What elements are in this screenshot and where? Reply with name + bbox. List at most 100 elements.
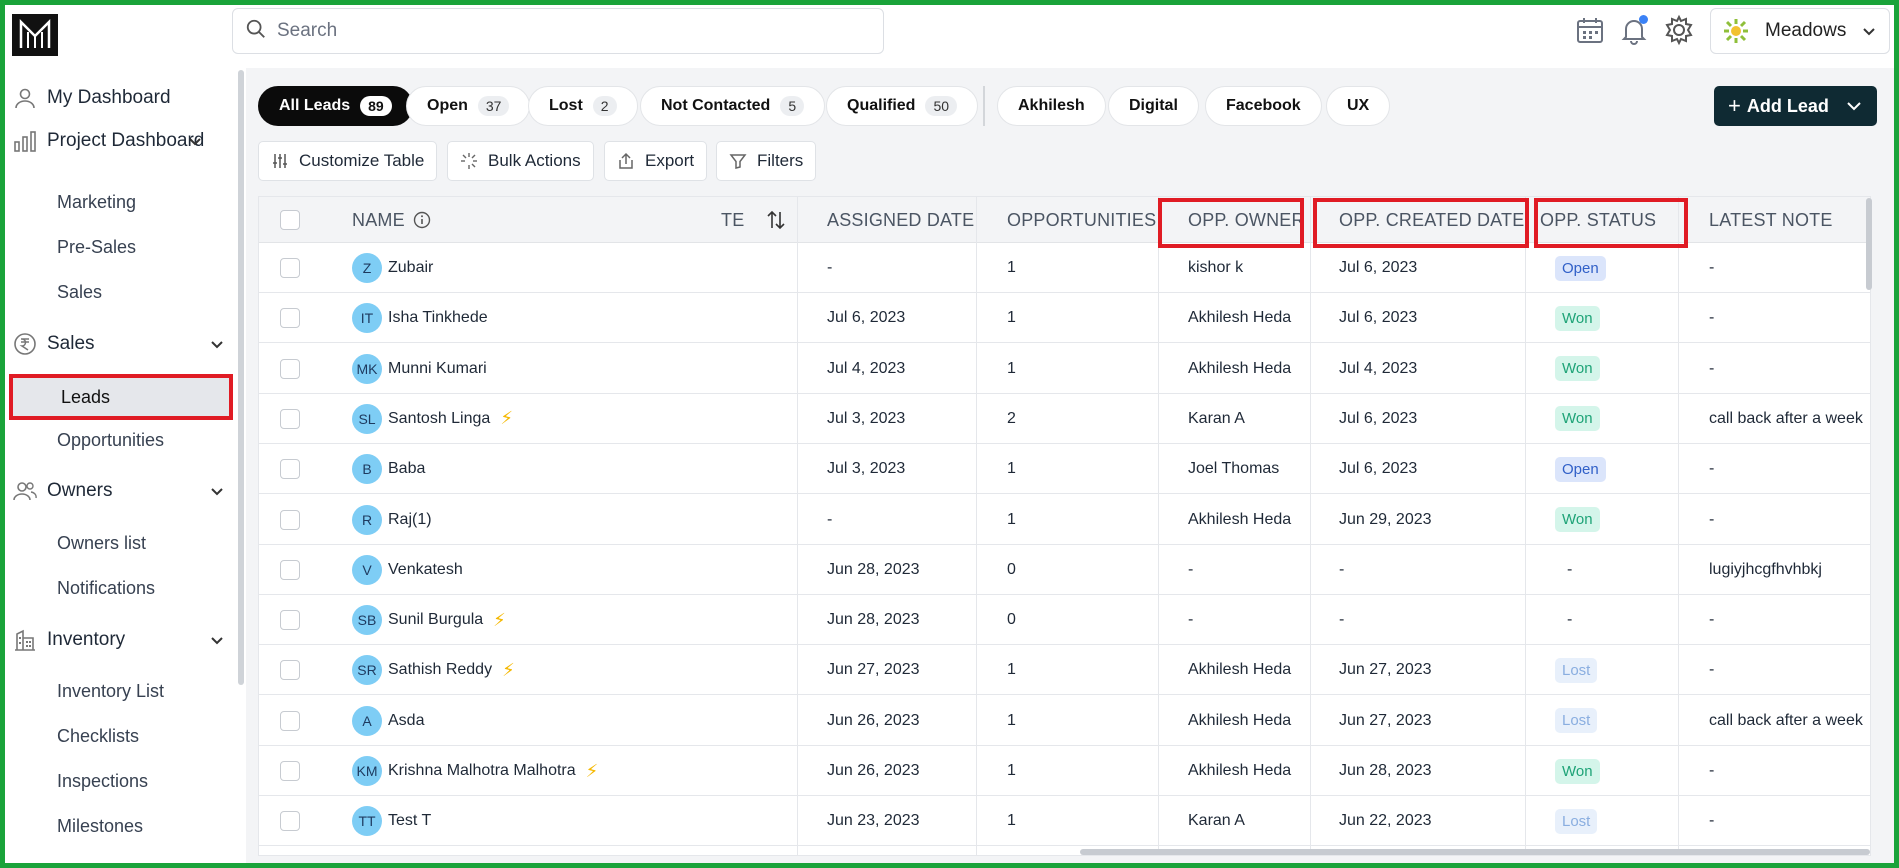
add-lead-button[interactable]: + Add Lead	[1714, 86, 1877, 126]
sliders-icon	[271, 152, 289, 170]
column-header-opp-created-date[interactable]: OPP. CREATED DATE	[1339, 197, 1524, 243]
table-vertical-scrollbar[interactable]	[1866, 198, 1872, 290]
lead-name-cell[interactable]: TT Test T	[352, 796, 431, 846]
table-row[interactable]: MK Munni Kumari Jul 4, 2023 1 Akhilesh Heda J…	[259, 344, 1870, 394]
export-button[interactable]: Export	[604, 141, 708, 181]
customize-table-button[interactable]: Customize Table	[258, 141, 438, 181]
table-horizontal-scrollbar[interactable]	[1080, 849, 1870, 855]
opportunities-cell: 2	[1007, 409, 1016, 427]
filter-pill-open[interactable]: Open 37	[406, 86, 531, 126]
sun-avatar-icon	[1723, 18, 1749, 44]
row-checkbox[interactable]	[280, 408, 300, 429]
lead-name-cell[interactable]: IT Isha Tinkhede	[352, 293, 488, 343]
row-checkbox[interactable]	[280, 761, 300, 781]
sidebar-subitem-milestones[interactable]: Milestones	[57, 808, 143, 844]
sidebar-item-project-dashboard[interactable]: Project Dashboard	[13, 121, 233, 161]
row-checkbox[interactable]	[280, 660, 300, 681]
calendar-icon[interactable]	[1574, 14, 1606, 46]
lead-name-cell[interactable]: A Asda	[352, 696, 424, 746]
info-icon[interactable]	[413, 211, 431, 229]
lead-name-cell[interactable]: SR Sathish Reddy ⚡	[352, 645, 515, 695]
opp-status-cell: Won	[1555, 293, 1600, 343]
sidebar-subitem-notifications[interactable]: Notifications	[57, 570, 155, 606]
sidebar-subitem-inspections[interactable]: Inspections	[57, 763, 148, 799]
logo-icon[interactable]	[12, 14, 58, 56]
filter-count: 50	[925, 96, 958, 116]
column-header-assigned-date[interactable]: ASSIGNED DATE	[827, 197, 974, 243]
bolt-icon: ⚡	[585, 760, 599, 781]
filter-pill-qualified[interactable]: Qualified 50	[826, 86, 979, 126]
assigned-date-cell: Jun 26, 2023	[827, 711, 920, 729]
sidebar-subitem-pre-sales[interactable]: Pre-Sales	[57, 229, 136, 265]
table-row[interactable]: SL Santosh Linga ⚡ Jul 3, 2023 2 Karan A Jul 6…	[259, 394, 1870, 444]
sidebar-subitem-leads[interactable]: Leads	[9, 374, 233, 420]
tag-pill-ux[interactable]: UX	[1326, 86, 1391, 126]
table-row[interactable]: A Asda Jun 26, 2023 1 Akhilesh Heda Jun 27, 2…	[259, 696, 1870, 746]
chevron-down-icon	[187, 133, 203, 149]
filter-pill-all-leads[interactable]: All Leads 89	[258, 86, 413, 126]
column-header-te[interactable]: TE	[721, 197, 744, 243]
sort-icon[interactable]	[765, 197, 787, 243]
column-header-latest-note[interactable]: LATEST NOTE	[1709, 197, 1833, 243]
lead-name-cell[interactable]: KM Krishna Malhotra Malhotra ⚡	[352, 746, 598, 796]
lead-name-cell[interactable]: MK Munni Kumari	[352, 344, 487, 394]
lead-name-cell[interactable]: R Raj(1)	[352, 495, 432, 545]
lead-name-cell[interactable]: SB Sunil Burgula ⚡	[352, 595, 506, 645]
sidebar-item-owners[interactable]: Owners	[13, 471, 233, 511]
row-checkbox[interactable]	[280, 308, 300, 329]
row-checkbox[interactable]	[280, 811, 300, 832]
table-row[interactable]: KM Krishna Malhotra Malhotra ⚡ Jun 26, 2023…	[259, 746, 1870, 796]
row-checkbox[interactable]	[280, 509, 300, 530]
select-all-checkbox[interactable]	[280, 210, 300, 230]
table-row[interactable]: B Baba Jul 3, 2023 1 Joel Thomas Jul 6, 2023 O…	[259, 444, 1870, 495]
bulk-actions-button[interactable]: Bulk Actions	[447, 141, 594, 181]
sidebar-subitem-marketing[interactable]: Marketing	[57, 184, 136, 220]
row-checkbox[interactable]	[280, 258, 300, 278]
table-row[interactable]: R Raj(1) - 1 Akhilesh Heda Jun 29, 2023 Won -	[259, 495, 1870, 545]
filter-pill-not-contacted[interactable]: Not Contacted 5	[640, 86, 826, 126]
opp-status-cell: Won	[1555, 495, 1600, 545]
column-header-name[interactable]: NAME	[352, 197, 431, 243]
lead-name: Isha Tinkhede	[388, 309, 488, 327]
column-header-opportunities[interactable]: OPPORTUNITIES	[1007, 197, 1156, 243]
tag-pill-akhilesh[interactable]: Akhilesh	[997, 86, 1106, 126]
filters-button[interactable]: Filters	[716, 141, 817, 181]
lead-name-cell[interactable]: SL Santosh Linga ⚡	[352, 394, 513, 444]
bell-icon[interactable]	[1618, 14, 1650, 46]
sidebar-subitem-sales[interactable]: Sales	[57, 274, 102, 310]
sidebar-scrollbar[interactable]	[238, 70, 244, 685]
table-row[interactable]: V Venkatesh Jun 28, 2023 0 - - - lugiyjhcgfhvhb…	[259, 545, 1870, 595]
table-row[interactable]: TT Test T Jun 23, 2023 1 Karan A Jun 22, 2023…	[259, 796, 1870, 847]
row-checkbox[interactable]	[280, 459, 300, 480]
sidebar-subitem-owners-list[interactable]: Owners list	[57, 525, 146, 561]
sidebar-item-inventory[interactable]: Inventory	[13, 620, 233, 660]
lead-name-cell[interactable]: Z Zubair	[352, 243, 433, 293]
filter-pill-lost[interactable]: Lost 2	[528, 86, 638, 126]
tag-pill-digital[interactable]: Digital	[1108, 86, 1199, 126]
table-row[interactable]: SB Sunil Burgula ⚡ Jun 28, 2023 0 - - - -	[259, 595, 1870, 646]
table-row[interactable]: SR Sathish Reddy ⚡ Jun 27, 2023 1 Akhilesh He…	[259, 645, 1870, 696]
tag-pill-facebook[interactable]: Facebook	[1205, 86, 1322, 126]
sidebar-subitem-opportunities[interactable]: Opportunities	[57, 422, 164, 458]
lead-name: Santosh Linga	[388, 409, 491, 427]
search-input[interactable]	[277, 20, 837, 42]
sidebar-item-my-dashboard[interactable]: My Dashboard	[13, 78, 233, 118]
opp-created-date-cell: -	[1339, 560, 1345, 578]
lead-name-cell[interactable]: B Baba	[352, 444, 425, 494]
sidebar-subitem-checklists[interactable]: Checklists	[57, 718, 139, 754]
opp-owner-cell: Akhilesh Heda	[1188, 359, 1292, 377]
column-header-opp-status[interactable]: OPP. STATUS	[1540, 197, 1656, 243]
gear-icon[interactable]	[1663, 14, 1695, 46]
row-checkbox[interactable]	[280, 559, 300, 580]
sidebar-subitem-inventory-list[interactable]: Inventory List	[57, 673, 164, 709]
sidebar-item-sales[interactable]: Sales	[13, 324, 233, 364]
user-menu-button[interactable]: Meadows	[1710, 8, 1890, 54]
row-checkbox[interactable]	[280, 710, 300, 731]
column-header-opp-owner[interactable]: OPP. OWNER	[1188, 197, 1305, 243]
table-row[interactable]: Z Zubair - 1 kishor k Jul 6, 2023 Open -	[259, 243, 1870, 293]
row-checkbox[interactable]	[280, 358, 300, 379]
table-row[interactable]: IT Isha Tinkhede Jul 6, 2023 1 Akhilesh Heda…	[259, 293, 1870, 344]
lead-name-cell[interactable]: V Venkatesh	[352, 545, 463, 595]
row-checkbox[interactable]	[280, 610, 300, 631]
search-bar[interactable]	[232, 8, 884, 54]
